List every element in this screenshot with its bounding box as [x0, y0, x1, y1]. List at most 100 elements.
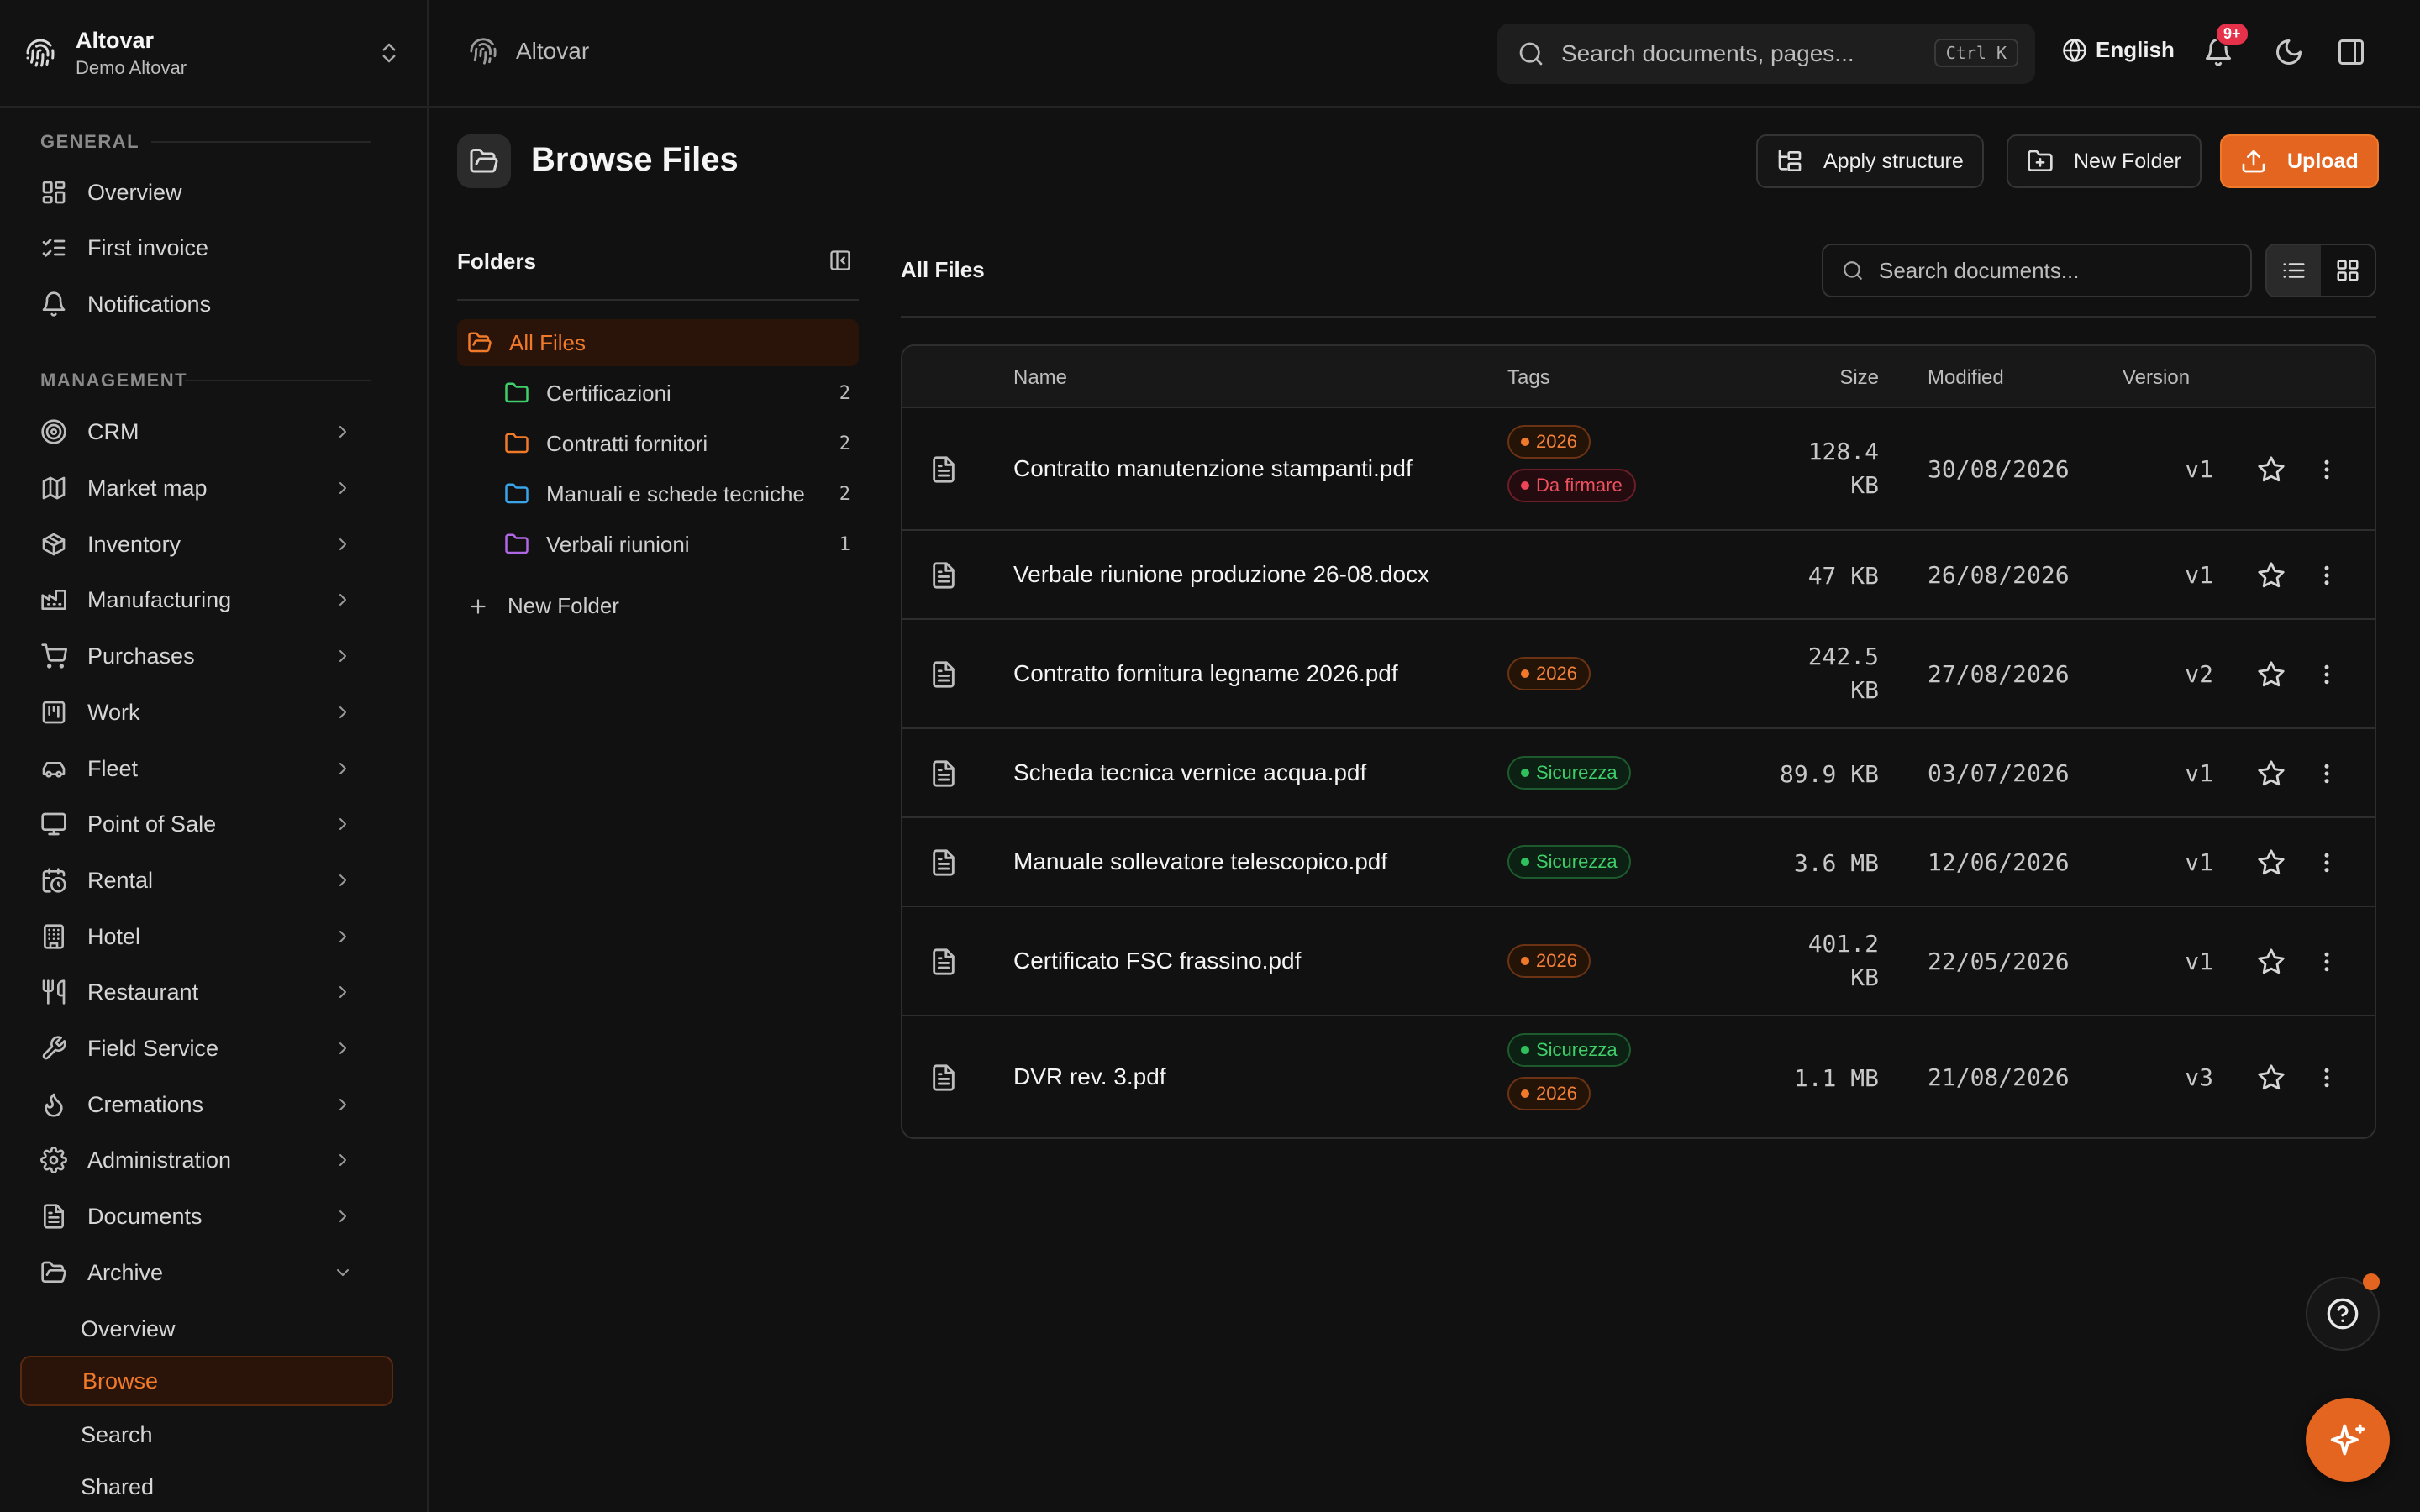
- sidebar-item-label: Documents: [87, 1203, 203, 1229]
- list-view-button[interactable]: [2267, 245, 2321, 296]
- ai-assistant-button[interactable]: [2306, 1398, 2390, 1482]
- sidebar-item-fleet[interactable]: Fleet: [20, 744, 395, 793]
- column-header-name[interactable]: Name: [1013, 366, 1067, 390]
- sidebar-item-field-service[interactable]: Field Service: [20, 1024, 395, 1073]
- tag[interactable]: 2026: [1507, 1077, 1591, 1110]
- folder-item[interactable]: Manuali e schede tecniche 2: [457, 470, 859, 517]
- sidebar-item-archive[interactable]: Archive: [20, 1248, 395, 1297]
- folder-item[interactable]: Certificazioni 2: [457, 370, 859, 417]
- sidebar-item-inventory[interactable]: Inventory: [20, 520, 395, 569]
- sidebar-item-purchases[interactable]: Purchases: [20, 632, 395, 680]
- tag[interactable]: Da firmare: [1507, 469, 1636, 502]
- star-icon[interactable]: [2257, 948, 2286, 976]
- moon-icon[interactable]: [2274, 37, 2304, 67]
- chevron-right-icon: [339, 1042, 346, 1054]
- document-icon: [44, 1204, 64, 1229]
- folder-item[interactable]: Contratti fornitori 2: [457, 420, 859, 467]
- file-version: v1: [2185, 455, 2213, 483]
- sidebar-item-documents[interactable]: Documents: [20, 1192, 395, 1241]
- table-row[interactable]: Certificato FSC frassino.pdf 2026 401.2 K…: [902, 907, 2375, 1016]
- tag[interactable]: Sicurezza: [1507, 756, 1631, 790]
- sidebar-item-overview[interactable]: Overview: [20, 168, 395, 217]
- more-options-icon[interactable]: [2314, 761, 2339, 786]
- sidebar-item-first-invoice[interactable]: First invoice: [20, 223, 395, 272]
- star-icon[interactable]: [2257, 455, 2286, 484]
- sidebar-toggle-icon[interactable]: [2336, 37, 2366, 67]
- sidebar-item-hotel[interactable]: Hotel: [20, 912, 395, 961]
- sidebar-item-administration[interactable]: Administration: [20, 1136, 395, 1184]
- more-options-icon[interactable]: [2314, 457, 2339, 482]
- document-search-input[interactable]: Search documents...: [1822, 244, 2252, 297]
- sidebar-item-crm[interactable]: CRM: [20, 407, 395, 456]
- sidebar-item-notifications[interactable]: Notifications: [20, 280, 395, 328]
- breadcrumb[interactable]: Altovar: [469, 37, 589, 66]
- more-options-icon[interactable]: [2314, 563, 2339, 588]
- sidebar-subitem-shared[interactable]: Shared: [20, 1462, 393, 1512]
- column-header-size[interactable]: Size: [1788, 366, 1879, 390]
- file-name[interactable]: Contratto fornitura legname 2026.pdf: [1013, 660, 1398, 687]
- table-row[interactable]: Contratto fornitura legname 2026.pdf 202…: [902, 620, 2375, 729]
- new-folder-button[interactable]: New Folder: [2007, 134, 2202, 188]
- tag[interactable]: 2026: [1507, 425, 1591, 459]
- more-options-icon[interactable]: [2314, 662, 2339, 687]
- tag-list: Sicurezza 2026: [1507, 1033, 1631, 1110]
- file-name[interactable]: DVR rev. 3.pdf: [1013, 1063, 1166, 1090]
- breadcrumb-label: Altovar: [516, 38, 590, 64]
- table-row[interactable]: Contratto manutenzione stampanti.pdf 202…: [902, 408, 2375, 531]
- sidebar-item-label: Rental: [87, 867, 154, 893]
- chevron-right-icon: [339, 874, 346, 886]
- calendar-clock-icon: [42, 868, 66, 893]
- folder-open-icon: [468, 332, 492, 353]
- tag[interactable]: Sicurezza: [1507, 845, 1631, 879]
- star-icon[interactable]: [2257, 660, 2286, 689]
- table-row[interactable]: Manuale sollevatore telescopico.pdf Sicu…: [902, 818, 2375, 907]
- chevron-right-icon: [339, 650, 346, 662]
- apply-structure-button[interactable]: Apply structure: [1756, 134, 1984, 188]
- sidebar-subitem-browse[interactable]: Browse: [20, 1356, 393, 1406]
- file-name[interactable]: Manuale sollevatore telescopico.pdf: [1013, 848, 1387, 875]
- star-icon[interactable]: [2257, 848, 2286, 877]
- grid-view-button[interactable]: [2321, 245, 2375, 296]
- column-header-modified[interactable]: Modified: [1928, 366, 2004, 390]
- file-name[interactable]: Verbale riunione produzione 26-08.docx: [1013, 561, 1429, 588]
- global-search-input[interactable]: Search documents, pages... Ctrl K: [1497, 24, 2035, 84]
- new-folder-link[interactable]: New Folder: [467, 593, 619, 619]
- folder-item[interactable]: Verbali riunioni 1: [457, 521, 859, 568]
- table-row[interactable]: DVR rev. 3.pdf Sicurezza 2026 1.1 MB 21/…: [902, 1016, 2375, 1137]
- more-options-icon[interactable]: [2314, 1065, 2339, 1090]
- sidebar-item-point-of-sale[interactable]: Point of Sale: [20, 800, 395, 848]
- tag[interactable]: 2026: [1507, 944, 1591, 978]
- folder-all-files[interactable]: All Files: [457, 319, 859, 366]
- star-icon[interactable]: [2257, 1063, 2286, 1092]
- chevron-right-icon: [339, 818, 346, 830]
- panel-collapse-icon[interactable]: [829, 249, 852, 272]
- star-icon[interactable]: [2257, 561, 2286, 590]
- file-name[interactable]: Scheda tecnica vernice acqua.pdf: [1013, 759, 1366, 786]
- table-row[interactable]: Verbale riunione produzione 26-08.docx 4…: [902, 531, 2375, 620]
- sidebar-item-work[interactable]: Work: [20, 688, 395, 737]
- file-modified: 22/05/2026: [1928, 948, 2070, 975]
- tag[interactable]: 2026: [1507, 657, 1591, 690]
- star-icon[interactable]: [2257, 759, 2286, 788]
- sidebar-item-market-map[interactable]: Market map: [20, 464, 395, 512]
- sidebar-item-rental[interactable]: Rental: [20, 856, 395, 905]
- folder-label: Contratti fornitori: [546, 430, 708, 456]
- file-name[interactable]: Contratto manutenzione stampanti.pdf: [1013, 455, 1413, 482]
- file-name[interactable]: Certificato FSC frassino.pdf: [1013, 948, 1301, 974]
- sidebar-item-manufacturing[interactable]: Manufacturing: [20, 575, 395, 624]
- upload-button[interactable]: Upload: [2220, 134, 2379, 188]
- sidebar-item-restaurant[interactable]: Restaurant: [20, 968, 395, 1016]
- more-options-icon[interactable]: [2314, 850, 2339, 875]
- grid-icon: [2337, 260, 2359, 281]
- table-row[interactable]: Scheda tecnica vernice acqua.pdf Sicurez…: [902, 729, 2375, 818]
- tag[interactable]: Sicurezza: [1507, 1033, 1631, 1067]
- chevron-right-icon: [339, 986, 346, 998]
- sidebar-subitem-search[interactable]: Search: [20, 1410, 393, 1460]
- workspace-switcher[interactable]: Altovar Demo Altovar: [0, 0, 427, 108]
- language-selector[interactable]: English: [2062, 37, 2175, 63]
- sidebar-item-cremations[interactable]: Cremations: [20, 1080, 395, 1129]
- more-options-icon[interactable]: [2314, 949, 2339, 974]
- sidebar-subitem-overview[interactable]: Overview: [20, 1304, 393, 1354]
- upload-icon: [2242, 150, 2265, 173]
- divider: [151, 141, 371, 143]
